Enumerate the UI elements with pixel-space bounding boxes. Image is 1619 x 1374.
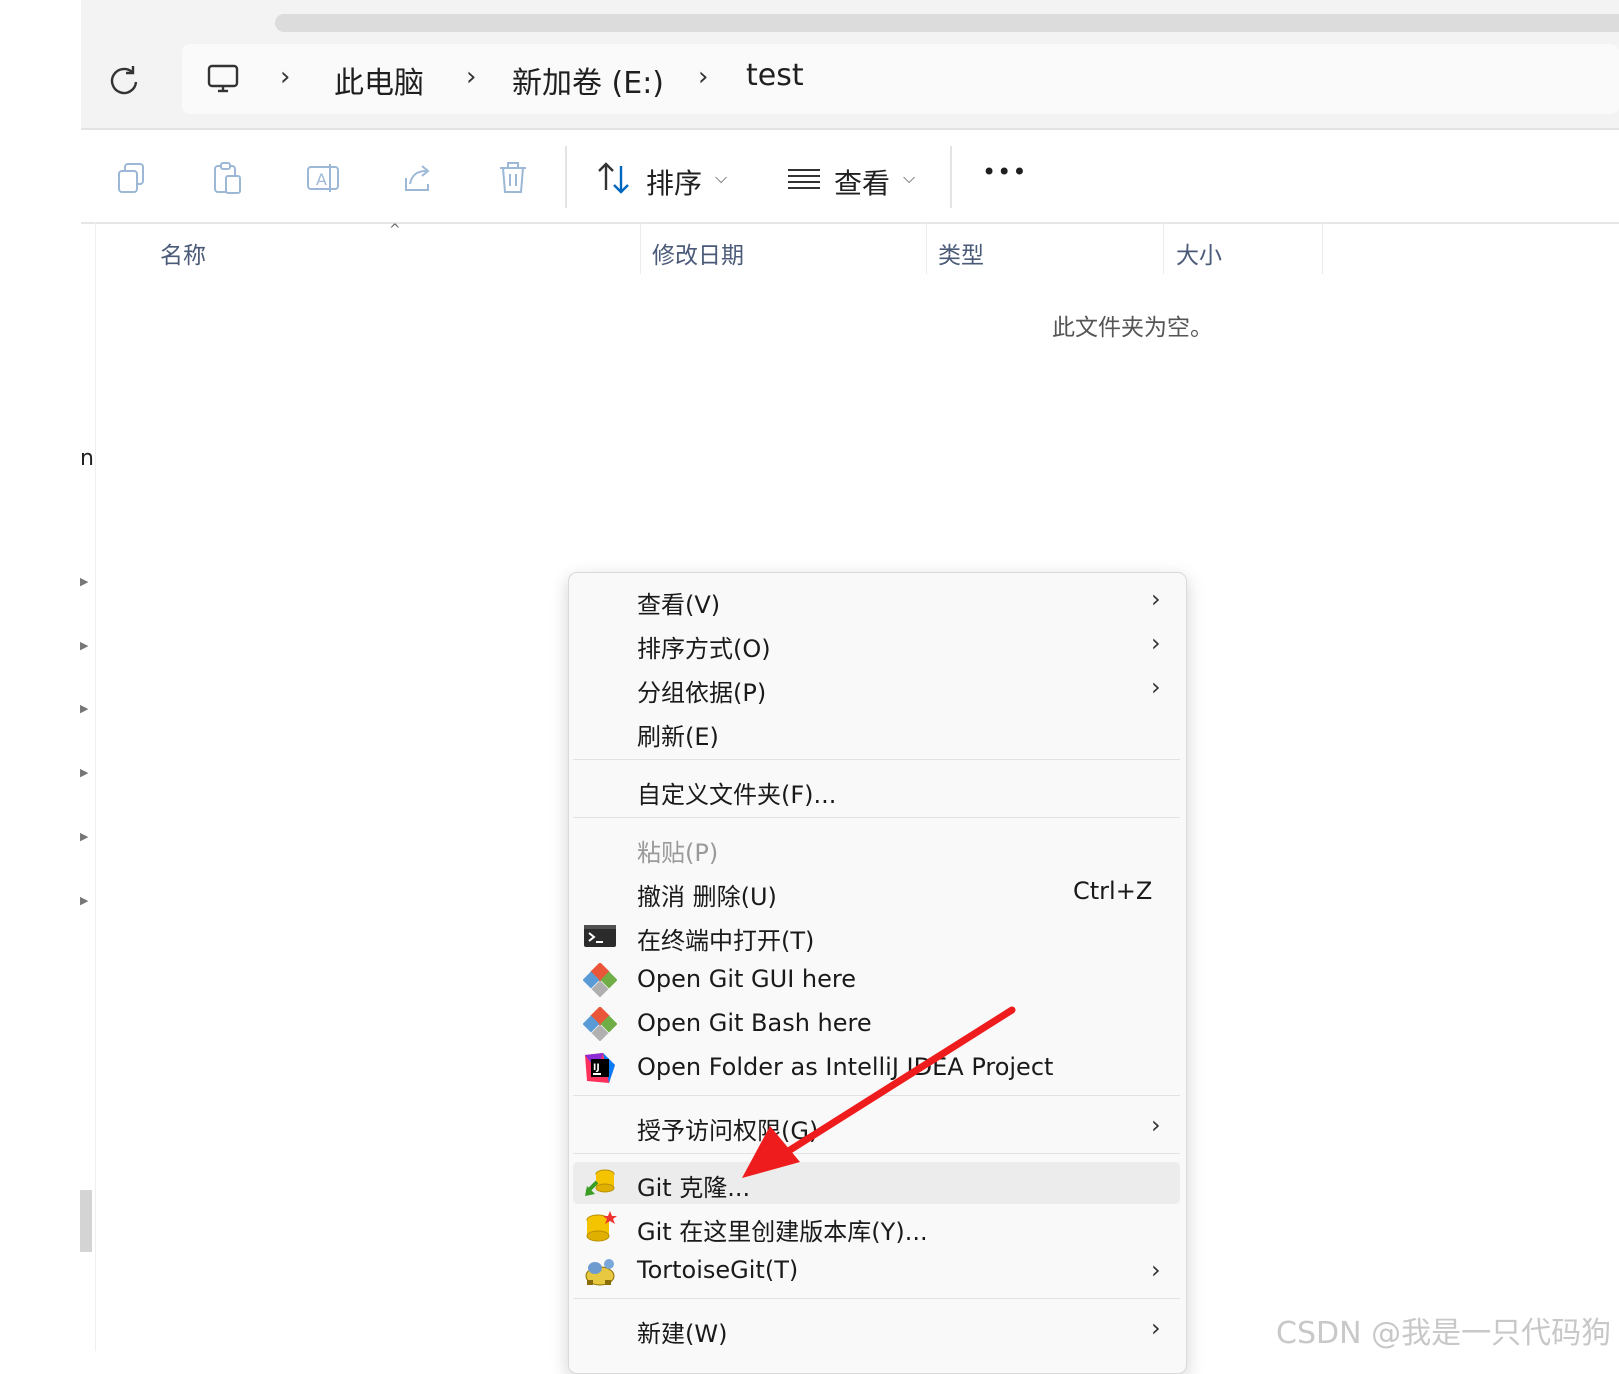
expand-caret-icon[interactable]: ▶ bbox=[80, 766, 88, 779]
sort-ascending-icon: ^ bbox=[389, 222, 401, 238]
chevron-right-icon: › bbox=[1151, 673, 1161, 701]
nav-item-label[interactable]: n bbox=[80, 446, 94, 471]
delete-icon[interactable] bbox=[493, 158, 533, 198]
column-divider[interactable] bbox=[1322, 222, 1323, 274]
breadcrumb-drive-e[interactable]: 新加卷 (E:) bbox=[512, 58, 664, 102]
tab-strip bbox=[275, 14, 1619, 32]
column-header-type[interactable]: 类型 bbox=[938, 236, 984, 270]
breadcrumb-test[interactable]: test bbox=[746, 58, 804, 93]
view-icon[interactable] bbox=[784, 158, 824, 198]
menu-separator bbox=[573, 817, 1180, 818]
git-icon bbox=[582, 1006, 618, 1042]
copy-icon[interactable] bbox=[112, 158, 152, 198]
menu-separator bbox=[573, 1095, 1180, 1096]
menu-separator bbox=[573, 1153, 1180, 1154]
chevron-right-icon: › bbox=[1151, 1256, 1161, 1284]
svg-text:IJ: IJ bbox=[593, 1063, 600, 1073]
shortcut-label: Ctrl+Z bbox=[1073, 877, 1153, 905]
chevron-right-icon: › bbox=[1151, 629, 1161, 657]
menu-item-group-by[interactable]: 分组依据(P) › bbox=[573, 667, 1180, 709]
git-create-repo-icon bbox=[583, 1210, 617, 1244]
menu-item-sort-by[interactable]: 排序方式(O) › bbox=[573, 623, 1180, 665]
breadcrumb-this-pc[interactable]: 此电脑 bbox=[334, 58, 424, 102]
rename-icon[interactable]: A bbox=[303, 158, 343, 198]
chevron-right-icon: › bbox=[698, 62, 709, 92]
menu-separator bbox=[573, 759, 1180, 760]
sort-button[interactable]: 排序 bbox=[646, 162, 702, 202]
tortoisegit-icon bbox=[583, 1254, 617, 1288]
refresh-icon[interactable] bbox=[104, 60, 144, 100]
column-divider[interactable] bbox=[1163, 222, 1164, 274]
column-header-modified[interactable]: 修改日期 bbox=[652, 236, 744, 270]
column-divider[interactable] bbox=[640, 222, 641, 274]
expand-caret-icon[interactable]: ▶ bbox=[80, 830, 88, 843]
nav-scrollbar[interactable] bbox=[80, 1190, 92, 1252]
menu-item-open-git-gui[interactable]: Open Git GUI here bbox=[573, 959, 1180, 1001]
menu-item-open-in-terminal[interactable]: 在终端中打开(T) bbox=[573, 915, 1180, 957]
toolbar-divider bbox=[950, 146, 952, 208]
menu-item-open-git-bash[interactable]: Open Git Bash here bbox=[573, 1003, 1180, 1045]
menu-item-tortoisegit[interactable]: TortoiseGit(T) › bbox=[573, 1250, 1180, 1292]
chevron-right-icon: › bbox=[1151, 1314, 1161, 1342]
expand-caret-icon[interactable]: ▶ bbox=[80, 702, 88, 715]
column-header-name[interactable]: 名称 bbox=[160, 236, 206, 270]
watermark-text: CSDN @我是一只代码狗 bbox=[1276, 1316, 1612, 1351]
chevron-right-icon: › bbox=[1151, 585, 1161, 613]
expand-caret-icon[interactable]: ▶ bbox=[80, 639, 88, 652]
expand-caret-icon[interactable]: ▶ bbox=[80, 894, 88, 907]
svg-text:A: A bbox=[316, 170, 327, 189]
menu-item-refresh[interactable]: 刷新(E) bbox=[573, 711, 1180, 753]
menu-item-paste: 粘贴(P) bbox=[637, 839, 719, 867]
share-icon[interactable] bbox=[398, 158, 438, 198]
menu-item-customize-folder[interactable]: 自定义文件夹(F)... bbox=[573, 769, 1180, 811]
sort-icon[interactable] bbox=[594, 158, 634, 198]
menu-item-open-intellij[interactable]: IJ Open Folder as IntelliJ IDEA Project bbox=[573, 1047, 1180, 1089]
view-button[interactable]: 查看 bbox=[834, 162, 890, 202]
chevron-right-icon: › bbox=[280, 62, 291, 92]
git-clone-icon bbox=[583, 1166, 617, 1200]
more-button[interactable]: ••• bbox=[982, 158, 1027, 186]
empty-folder-message: 此文件夹为空。 bbox=[1052, 315, 1213, 341]
chevron-right-icon: › bbox=[466, 62, 477, 92]
menu-item-view[interactable]: 查看(V) › bbox=[573, 579, 1180, 621]
intellij-icon: IJ bbox=[583, 1051, 617, 1085]
this-pc-icon[interactable] bbox=[206, 62, 240, 96]
column-header-size[interactable]: 大小 bbox=[1176, 236, 1222, 270]
paste-icon[interactable] bbox=[207, 158, 247, 198]
chevron-down-icon: ⌵ bbox=[715, 168, 728, 187]
menu-item-new[interactable]: 新建(W) › bbox=[573, 1308, 1180, 1350]
menu-separator bbox=[573, 1298, 1180, 1299]
nav-pane-divider bbox=[95, 222, 96, 1351]
menu-item-grant-access[interactable]: 授予访问权限(G) › bbox=[573, 1105, 1180, 1147]
menu-item-git-create-repo[interactable]: Git 在这里创建版本库(Y)... bbox=[573, 1206, 1180, 1248]
git-icon bbox=[582, 962, 618, 998]
chevron-down-icon: ⌵ bbox=[903, 168, 916, 187]
column-divider[interactable] bbox=[926, 222, 927, 274]
menu-item-git-clone[interactable]: Git 克隆... bbox=[573, 1162, 1180, 1204]
terminal-icon bbox=[583, 919, 617, 953]
chevron-right-icon: › bbox=[1151, 1111, 1161, 1139]
toolbar-divider bbox=[565, 146, 567, 208]
expand-caret-icon[interactable]: ▶ bbox=[80, 575, 88, 588]
menu-item-undo-delete[interactable]: 撤消 删除(U) Ctrl+Z bbox=[573, 871, 1180, 913]
